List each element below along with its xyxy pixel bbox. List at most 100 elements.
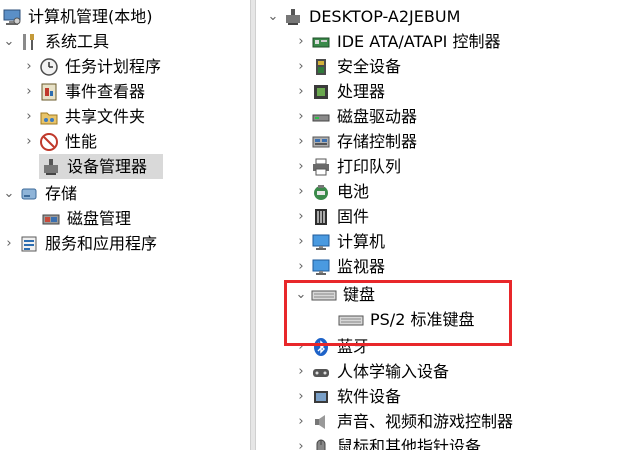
- device-tree-pane: ⌄ DESKTOP-A2JEBUM › IDE ATA/ATAPI 控制器 › …: [256, 0, 620, 450]
- disk-management-icon: [41, 209, 61, 229]
- device-category-label: 计算机: [337, 232, 386, 251]
- tree-item-label: 计算机管理(本地): [28, 7, 153, 26]
- battery-icon: [311, 182, 331, 202]
- device-category-software[interactable]: › 软件设备: [294, 384, 401, 409]
- hid-icon: [311, 362, 331, 382]
- event-viewer-icon: [39, 82, 59, 102]
- console-tree-pane: 计算机管理(本地) ⌄ 系统工具 › 任务计划程序 › 事件查看器 › 共享文件…: [0, 0, 250, 450]
- chevron-right-icon[interactable]: ›: [294, 129, 308, 154]
- monitor-icon: [311, 232, 331, 252]
- clock-icon: [39, 57, 59, 77]
- device-category-ide[interactable]: › IDE ATA/ATAPI 控制器: [294, 29, 500, 54]
- chevron-right-icon[interactable]: ›: [22, 79, 36, 104]
- computer-icon: [283, 7, 303, 27]
- device-category-label: 人体学输入设备: [337, 362, 450, 381]
- tree-item-label: 设备管理器: [67, 157, 148, 176]
- tree-item-event-viewer[interactable]: › 事件查看器: [22, 79, 145, 104]
- device-category-label: IDE ATA/ATAPI 控制器: [337, 32, 501, 51]
- chevron-right-icon[interactable]: ›: [2, 231, 16, 256]
- performance-icon: [39, 132, 59, 152]
- chevron-right-icon[interactable]: ›: [294, 54, 308, 79]
- tree-item-label: 共享文件夹: [65, 107, 146, 126]
- device-category-label: 电池: [337, 182, 370, 201]
- tree-item-label: 磁盘管理: [67, 209, 132, 228]
- monitor-icon: [311, 257, 331, 277]
- chevron-down-icon[interactable]: ⌄: [2, 181, 16, 206]
- device-category-label: 打印队列: [337, 157, 402, 176]
- device-category-firmware[interactable]: › 固件: [294, 204, 369, 229]
- tree-item-task-scheduler[interactable]: › 任务计划程序: [22, 54, 161, 79]
- chevron-right-icon[interactable]: ›: [294, 359, 308, 384]
- computer-name: DESKTOP-A2JEBUM: [309, 7, 461, 26]
- tree-item-system-tools[interactable]: ⌄ 系统工具: [2, 29, 109, 54]
- device-tree-root[interactable]: ⌄ DESKTOP-A2JEBUM: [266, 4, 461, 29]
- device-category-computer[interactable]: › 计算机: [294, 229, 385, 254]
- speaker-icon: [311, 412, 331, 432]
- mouse-icon: [311, 437, 331, 450]
- device-category-monitors[interactable]: › 监视器: [294, 254, 385, 279]
- tree-item-device-manager[interactable]: 设备管理器: [39, 154, 163, 179]
- device-category-storage-controllers[interactable]: › 存储控制器: [294, 129, 417, 154]
- software-device-icon: [311, 387, 331, 407]
- tree-item-shared-folders[interactable]: › 共享文件夹: [22, 104, 145, 129]
- device-category-sound[interactable]: › 声音、视频和游戏控制器: [294, 409, 513, 434]
- device-category-battery[interactable]: › 电池: [294, 179, 369, 204]
- chevron-right-icon[interactable]: ›: [294, 179, 308, 204]
- tree-item-storage[interactable]: ⌄ 存储: [2, 181, 77, 206]
- highlight-box: [284, 280, 512, 346]
- tree-item-label: 事件查看器: [65, 82, 146, 101]
- chevron-right-icon[interactable]: ›: [294, 79, 308, 104]
- device-category-label: 声音、视频和游戏控制器: [337, 412, 514, 431]
- chevron-down-icon[interactable]: ⌄: [2, 29, 16, 54]
- chevron-right-icon[interactable]: ›: [294, 29, 308, 54]
- firmware-icon: [311, 207, 331, 227]
- chevron-right-icon[interactable]: ›: [294, 384, 308, 409]
- computer-management-icon: [2, 7, 22, 27]
- device-category-print-queues[interactable]: › 打印队列: [294, 154, 401, 179]
- chevron-right-icon[interactable]: ›: [294, 104, 308, 129]
- device-category-label: 监视器: [337, 257, 386, 276]
- chevron-right-icon[interactable]: ›: [294, 229, 308, 254]
- chevron-right-icon[interactable]: ›: [22, 129, 36, 154]
- device-category-disk-drives[interactable]: › 磁盘驱动器: [294, 104, 417, 129]
- tree-item-label: 系统工具: [45, 32, 110, 51]
- device-category-label: 安全设备: [337, 57, 402, 76]
- tree-item-services-apps[interactable]: › 服务和应用程序: [2, 231, 157, 256]
- tree-item-performance[interactable]: › 性能: [22, 129, 97, 154]
- chevron-right-icon[interactable]: ›: [294, 204, 308, 229]
- device-category-label: 磁盘驱动器: [337, 107, 418, 126]
- device-category-mice[interactable]: › 鼠标和其他指针设备: [294, 434, 481, 450]
- storage-icon: [19, 184, 39, 204]
- chevron-right-icon[interactable]: ›: [22, 104, 36, 129]
- tree-item-label: 存储: [45, 184, 78, 203]
- device-category-processor[interactable]: › 处理器: [294, 79, 385, 104]
- device-category-label: 固件: [337, 207, 370, 226]
- chevron-down-icon[interactable]: ⌄: [266, 4, 280, 29]
- tree-item-label: 性能: [65, 132, 98, 151]
- device-category-hid[interactable]: › 人体学输入设备: [294, 359, 449, 384]
- device-category-label: 鼠标和其他指针设备: [337, 437, 482, 450]
- services-icon: [19, 234, 39, 254]
- device-manager-icon: [41, 157, 61, 177]
- ide-controller-icon: [311, 32, 331, 52]
- tree-item-label: 任务计划程序: [65, 57, 162, 76]
- device-category-label: 存储控制器: [337, 132, 418, 151]
- tree-item-label: 服务和应用程序: [45, 234, 158, 253]
- chevron-right-icon[interactable]: ›: [22, 54, 36, 79]
- printer-icon: [311, 157, 331, 177]
- tree-item-disk-management[interactable]: 磁盘管理: [41, 206, 131, 231]
- chevron-right-icon[interactable]: ›: [294, 154, 308, 179]
- chevron-right-icon[interactable]: ›: [294, 434, 308, 450]
- chevron-right-icon[interactable]: ›: [294, 254, 308, 279]
- disk-drive-icon: [311, 107, 331, 127]
- security-device-icon: [311, 57, 331, 77]
- shared-folder-icon: [39, 107, 59, 127]
- tree-item-computer-management[interactable]: 计算机管理(本地): [2, 4, 153, 29]
- processor-icon: [311, 82, 331, 102]
- tools-icon: [19, 32, 39, 52]
- device-category-label: 软件设备: [337, 387, 402, 406]
- chevron-right-icon[interactable]: ›: [294, 409, 308, 434]
- device-category-security[interactable]: › 安全设备: [294, 54, 401, 79]
- storage-controller-icon: [311, 132, 331, 152]
- device-category-label: 处理器: [337, 82, 386, 101]
